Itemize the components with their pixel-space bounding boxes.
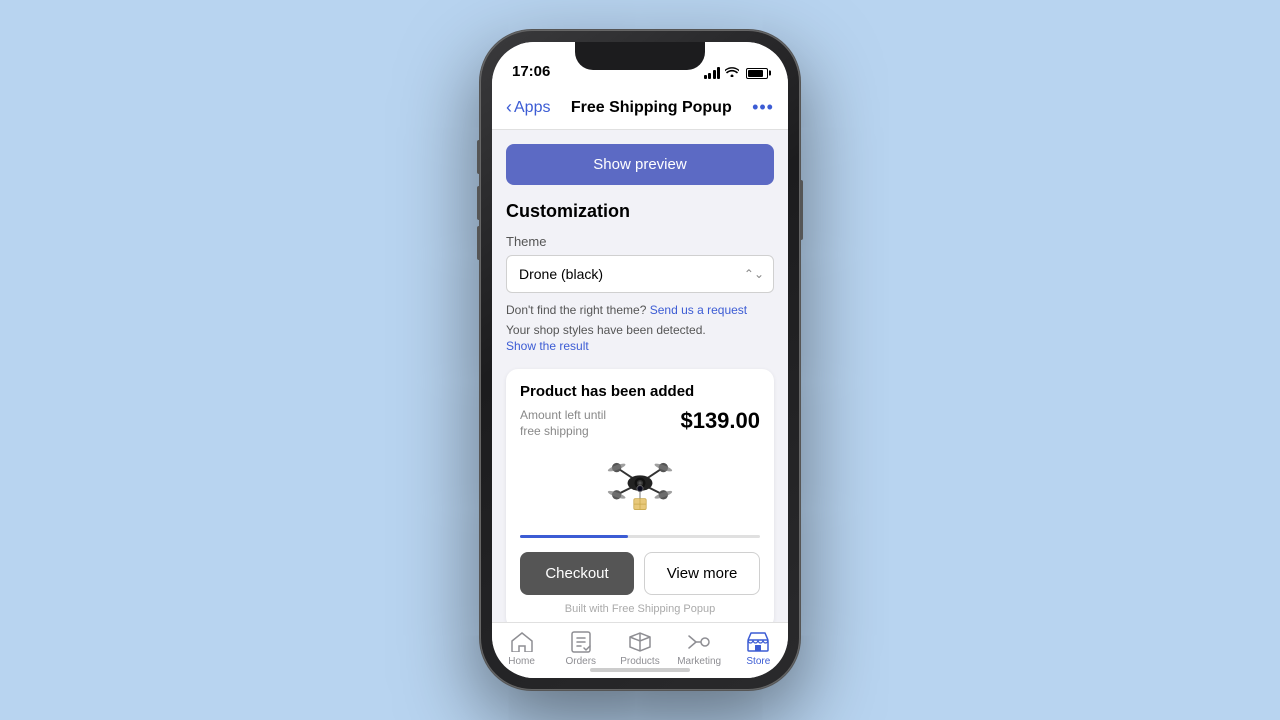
orders-icon xyxy=(569,630,593,654)
more-options-button[interactable]: ••• xyxy=(752,97,774,118)
drone-image xyxy=(600,452,680,522)
checkout-button[interactable]: Checkout xyxy=(520,552,634,595)
wifi-icon xyxy=(725,66,739,80)
battery-icon xyxy=(746,68,768,79)
helper-text: Don't find the right theme? Send us a re… xyxy=(506,303,774,317)
customization-title: Customization xyxy=(506,201,774,222)
show-result-link[interactable]: Show the result xyxy=(506,339,774,353)
content-area: Show preview Customization Theme Drone (… xyxy=(492,130,788,622)
tab-marketing[interactable]: Marketing xyxy=(675,630,723,667)
status-icons xyxy=(704,66,769,80)
progress-bar-fill xyxy=(520,535,628,538)
product-image-area xyxy=(520,447,760,527)
amount-price: $139.00 xyxy=(680,408,760,434)
back-button[interactable]: ‹ Apps xyxy=(506,97,550,118)
home-indicator xyxy=(590,668,690,672)
page-title: Free Shipping Popup xyxy=(571,99,732,117)
action-buttons: Checkout View more xyxy=(520,552,760,595)
customization-section: Customization Theme Drone (black) ⌃⌄ Don… xyxy=(506,201,774,353)
tab-orders[interactable]: Orders xyxy=(557,630,605,667)
status-time: 17:06 xyxy=(512,63,550,80)
tab-home-label: Home xyxy=(508,656,535,667)
theme-label: Theme xyxy=(506,234,774,249)
show-preview-button[interactable]: Show preview xyxy=(506,144,774,185)
progress-bar-container xyxy=(520,535,760,538)
tab-products-label: Products xyxy=(620,656,659,667)
tab-home[interactable]: Home xyxy=(498,630,546,667)
view-more-button[interactable]: View more xyxy=(644,552,760,595)
marketing-icon xyxy=(687,630,711,654)
product-added-title: Product has been added xyxy=(520,383,760,400)
send-request-link[interactable]: Send us a request xyxy=(650,303,747,317)
store-icon xyxy=(746,630,770,654)
tab-orders-label: Orders xyxy=(566,656,597,667)
home-icon xyxy=(510,630,534,654)
built-with-text: Built with Free Shipping Popup xyxy=(520,603,760,615)
back-label: Apps xyxy=(514,99,550,117)
products-icon xyxy=(628,630,652,654)
tab-products[interactable]: Products xyxy=(616,630,664,667)
back-chevron-icon: ‹ xyxy=(506,97,512,118)
tab-store[interactable]: Store xyxy=(734,630,782,667)
navigation-bar: ‹ Apps Free Shipping Popup ••• xyxy=(492,86,788,130)
tab-marketing-label: Marketing xyxy=(677,656,721,667)
amount-row: Amount left until free shipping $139.00 xyxy=(520,408,760,439)
signal-icon xyxy=(704,67,721,79)
theme-select-wrapper: Drone (black) ⌃⌄ xyxy=(506,255,774,293)
theme-select[interactable]: Drone (black) xyxy=(506,255,774,293)
amount-label: Amount left until free shipping xyxy=(520,408,620,439)
product-card: Product has been added Amount left until… xyxy=(506,369,774,622)
detected-text: Your shop styles have been detected. xyxy=(506,323,774,337)
tab-store-label: Store xyxy=(746,656,770,667)
